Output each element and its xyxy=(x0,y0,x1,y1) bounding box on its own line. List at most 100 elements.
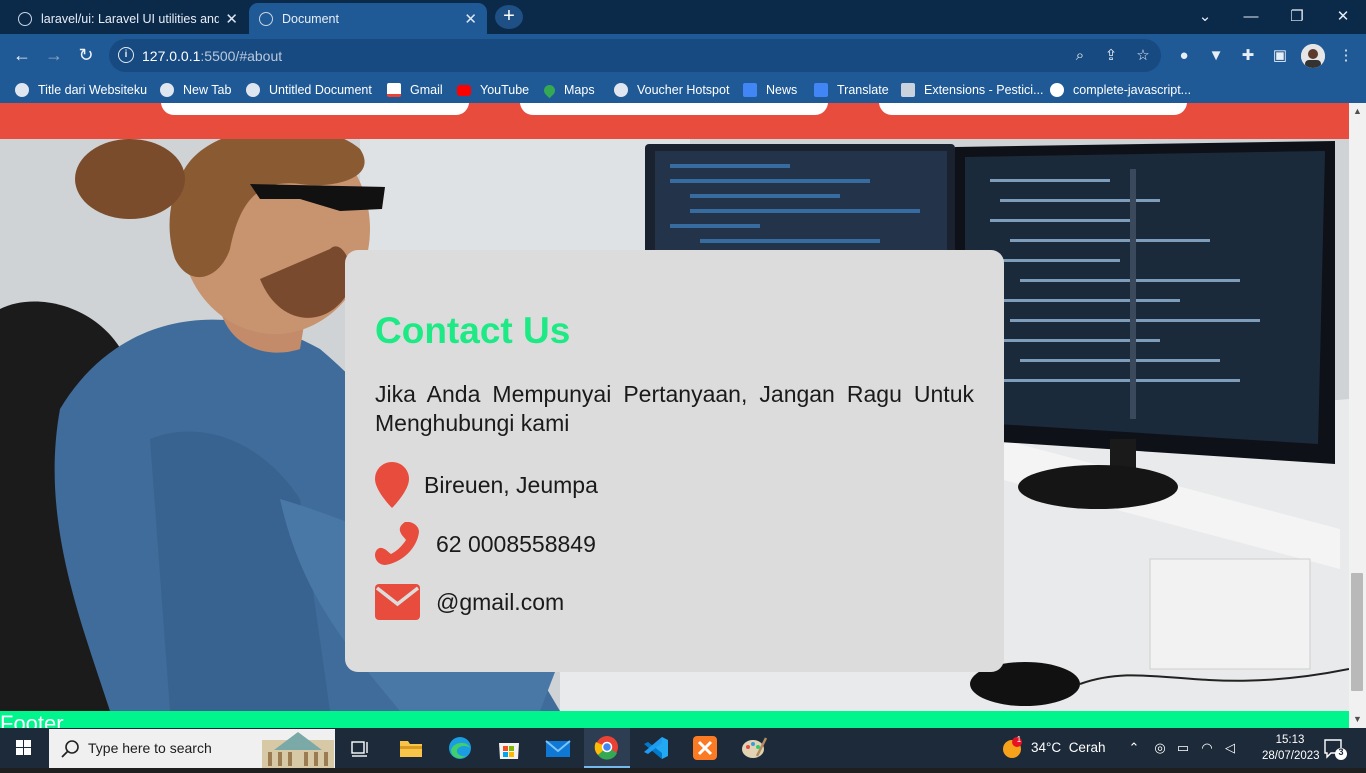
vuejs-devtools-icon[interactable]: ▼ xyxy=(1204,44,1228,68)
tab-search-button[interactable]: ⌄ xyxy=(1182,4,1228,30)
contact-section-background: Contact Us Jika Anda Mempunyai Pertanyaa… xyxy=(0,139,1349,711)
store-icon xyxy=(499,743,519,759)
side-panel-icon[interactable]: ▣ xyxy=(1268,44,1292,68)
close-window-button[interactable]: ✕ xyxy=(1320,4,1366,30)
bookmark-item[interactable]: YouTube xyxy=(457,80,529,100)
bookmark-item[interactable]: complete-javascript... xyxy=(1050,80,1191,100)
close-icon[interactable]: ✕ xyxy=(225,10,238,28)
site-info-icon[interactable]: i xyxy=(118,47,134,63)
weather-button[interactable]: 1 xyxy=(1000,735,1024,760)
back-button[interactable]: ← xyxy=(10,43,34,67)
tab-laravel-ui[interactable]: laravel/ui: Laravel UI utilities and ✕ xyxy=(8,3,248,34)
start-button[interactable] xyxy=(0,728,48,768)
tab-document[interactable]: Document ✕ xyxy=(249,3,487,34)
restore-button[interactable]: ❐ xyxy=(1274,4,1320,30)
service-card xyxy=(161,103,469,115)
mail-icon xyxy=(545,740,571,757)
close-icon[interactable]: ✕ xyxy=(464,10,477,28)
battery-icon[interactable]: ▭ xyxy=(1174,739,1192,757)
search-highlight-building-icon xyxy=(262,732,334,768)
bookmark-label: Maps xyxy=(564,83,595,97)
vscode-button[interactable] xyxy=(641,734,671,762)
contact-card: Contact Us Jika Anda Mempunyai Pertanyaa… xyxy=(345,250,1004,672)
phone-icon xyxy=(375,522,419,565)
profile-avatar[interactable] xyxy=(1301,44,1325,68)
scroll-up-arrow[interactable]: ▲ xyxy=(1350,104,1365,118)
bookmark-item[interactable]: Translate xyxy=(814,80,889,100)
wifi-icon[interactable]: ◠ xyxy=(1198,739,1216,757)
chrome-menu-icon[interactable]: ⋮ xyxy=(1334,44,1358,68)
bookmark-label: Translate xyxy=(837,83,889,97)
notification-center-button[interactable]: 3 xyxy=(1322,737,1348,761)
page-viewport: Contact Us Jika Anda Mempunyai Pertanyaa… xyxy=(0,103,1349,728)
contact-email-row: @gmail.com xyxy=(375,584,564,620)
microsoft-store-button[interactable] xyxy=(494,734,524,762)
bookmark-item[interactable]: Title dari Websiteku xyxy=(15,80,147,100)
mail-button[interactable] xyxy=(543,734,573,762)
service-card xyxy=(879,103,1187,115)
bookmark-star-icon[interactable]: ☆ xyxy=(1132,45,1154,67)
xampp-icon xyxy=(693,736,717,760)
bookmark-label: Gmail xyxy=(410,83,443,97)
bookmark-item[interactable]: Maps xyxy=(541,80,595,100)
bookmark-item[interactable]: New Tab xyxy=(160,80,231,100)
paint-icon xyxy=(742,737,768,758)
weather-text[interactable]: 34°C Cerah xyxy=(1031,740,1105,755)
puzzle-icon xyxy=(901,83,915,97)
chrome-icon xyxy=(594,736,618,760)
bookmark-item[interactable]: News xyxy=(743,80,797,100)
url-text[interactable]: 127.0.0.1:5500/#about xyxy=(142,46,282,66)
task-view-icon xyxy=(351,741,368,757)
tab-title: laravel/ui: Laravel UI utilities and xyxy=(41,11,220,26)
weather-temp: 34°C xyxy=(1031,740,1062,755)
bookmark-item[interactable]: Gmail xyxy=(387,80,443,100)
bookmark-label: Title dari Websiteku xyxy=(38,83,148,97)
show-hidden-icons-chevron-icon[interactable]: ⌃ xyxy=(1125,739,1143,757)
bookmark-item[interactable]: Voucher Hotspot xyxy=(614,80,729,100)
contact-email: @gmail.com xyxy=(436,588,565,615)
edge-icon xyxy=(449,737,471,759)
file-explorer-button[interactable] xyxy=(396,734,426,762)
paint-button[interactable] xyxy=(739,734,769,762)
maps-icon xyxy=(541,82,558,98)
contact-address-row: Bireuen, Jeumpa xyxy=(375,462,598,508)
bookmark-item[interactable]: Extensions - Pestici... xyxy=(901,80,1044,100)
service-card xyxy=(520,103,828,115)
new-tab-button[interactable]: + xyxy=(495,5,523,29)
minimize-button[interactable]: — xyxy=(1228,4,1274,30)
contact-title: Contact Us xyxy=(375,310,571,351)
scroll-thumb[interactable] xyxy=(1351,573,1363,691)
bookmark-label: Extensions - Pestici... xyxy=(924,83,1044,97)
weather-badge: 1 xyxy=(1016,735,1022,744)
bookmark-label: YouTube xyxy=(480,83,530,97)
edge-button[interactable] xyxy=(445,734,475,762)
clock[interactable]: 15:13 28/07/2023 xyxy=(1262,732,1320,764)
windows-logo-icon xyxy=(16,740,31,755)
zoom-icon[interactable]: ⌕ xyxy=(1069,45,1091,67)
meet-now-icon[interactable]: ◎ xyxy=(1151,739,1169,757)
contact-phone-row: 62 0008558849 xyxy=(375,522,596,566)
globe-icon xyxy=(15,83,29,97)
bookmark-item[interactable]: Untitled Document xyxy=(246,80,372,100)
url-path: :5500/#about xyxy=(200,48,283,64)
bookmark-label: News xyxy=(766,83,798,97)
url-host: 127.0.0.1 xyxy=(142,48,201,64)
notification-count: 3 xyxy=(1338,747,1344,757)
reload-button[interactable]: ↻ xyxy=(74,43,98,67)
chrome-taskbar-button[interactable] xyxy=(584,728,630,768)
task-view-button[interactable] xyxy=(345,734,375,762)
extension-icon[interactable]: ● xyxy=(1172,44,1196,68)
bookmark-label: Voucher Hotspot xyxy=(637,83,730,97)
envelope-icon xyxy=(375,584,420,620)
news-icon xyxy=(743,83,757,97)
globe-icon xyxy=(160,83,174,97)
scroll-down-arrow[interactable]: ▼ xyxy=(1350,712,1365,726)
share-icon[interactable]: ⇪ xyxy=(1100,45,1122,67)
extensions-puzzle-icon[interactable]: ✚ xyxy=(1236,44,1260,68)
github-icon xyxy=(1050,83,1064,97)
footer xyxy=(0,711,1349,728)
xampp-button[interactable] xyxy=(690,734,720,762)
forward-button[interactable]: → xyxy=(42,43,66,67)
weather-condition: Cerah xyxy=(1068,740,1106,755)
volume-icon[interactable]: ◁ xyxy=(1221,739,1239,757)
